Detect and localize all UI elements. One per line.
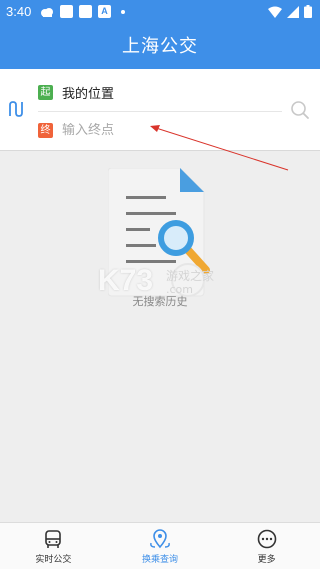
battery-icon (304, 5, 312, 18)
tab-label: 实时公交 (35, 555, 72, 565)
tab-label: 更多 (257, 555, 276, 565)
status-bar: 3:40 A (0, 0, 320, 24)
weather-icon (41, 7, 53, 17)
bus-icon (45, 530, 62, 548)
tab-label: 换乘查询 (142, 555, 179, 565)
status-notification-icons: A (40, 5, 125, 18)
tab-realtime-bus[interactable]: 实时公交 (0, 523, 107, 569)
app-notification-icon (60, 5, 73, 18)
end-location-row[interactable]: 终 (38, 111, 282, 149)
title-bar: 上海公交 (0, 24, 320, 69)
swap-route-icon[interactable] (8, 100, 26, 118)
tab-more[interactable]: 更多 (213, 523, 320, 569)
start-location-value: 我的位置 (62, 86, 115, 102)
app-notification-icon-2 (79, 5, 92, 18)
search-icon[interactable] (290, 100, 310, 120)
wifi-icon (268, 6, 282, 18)
tab-transfer-query[interactable]: 换乘查询 (107, 523, 214, 569)
watermark-slogan: 游戏之家 (166, 269, 215, 283)
more-notifications-icon (121, 9, 125, 14)
end-badge: 终 (38, 122, 53, 138)
a-notification-icon: A (98, 5, 111, 18)
start-badge: 起 (38, 84, 53, 100)
bottom-tab-bar: 实时公交 换乘查询 更多 (0, 522, 320, 569)
start-location-row[interactable]: 起 我的位置 (38, 73, 282, 112)
transfer-icon (150, 529, 170, 549)
route-search-panel: 起 我的位置 终 (0, 69, 320, 151)
end-location-input[interactable] (62, 122, 262, 138)
signal-icon (287, 5, 299, 18)
page-title: 上海公交 (122, 36, 198, 57)
more-icon (257, 529, 276, 549)
status-system-icons (268, 5, 312, 18)
status-time: 3:40 (6, 4, 32, 19)
empty-history-text: 无搜索历史 (132, 295, 188, 308)
